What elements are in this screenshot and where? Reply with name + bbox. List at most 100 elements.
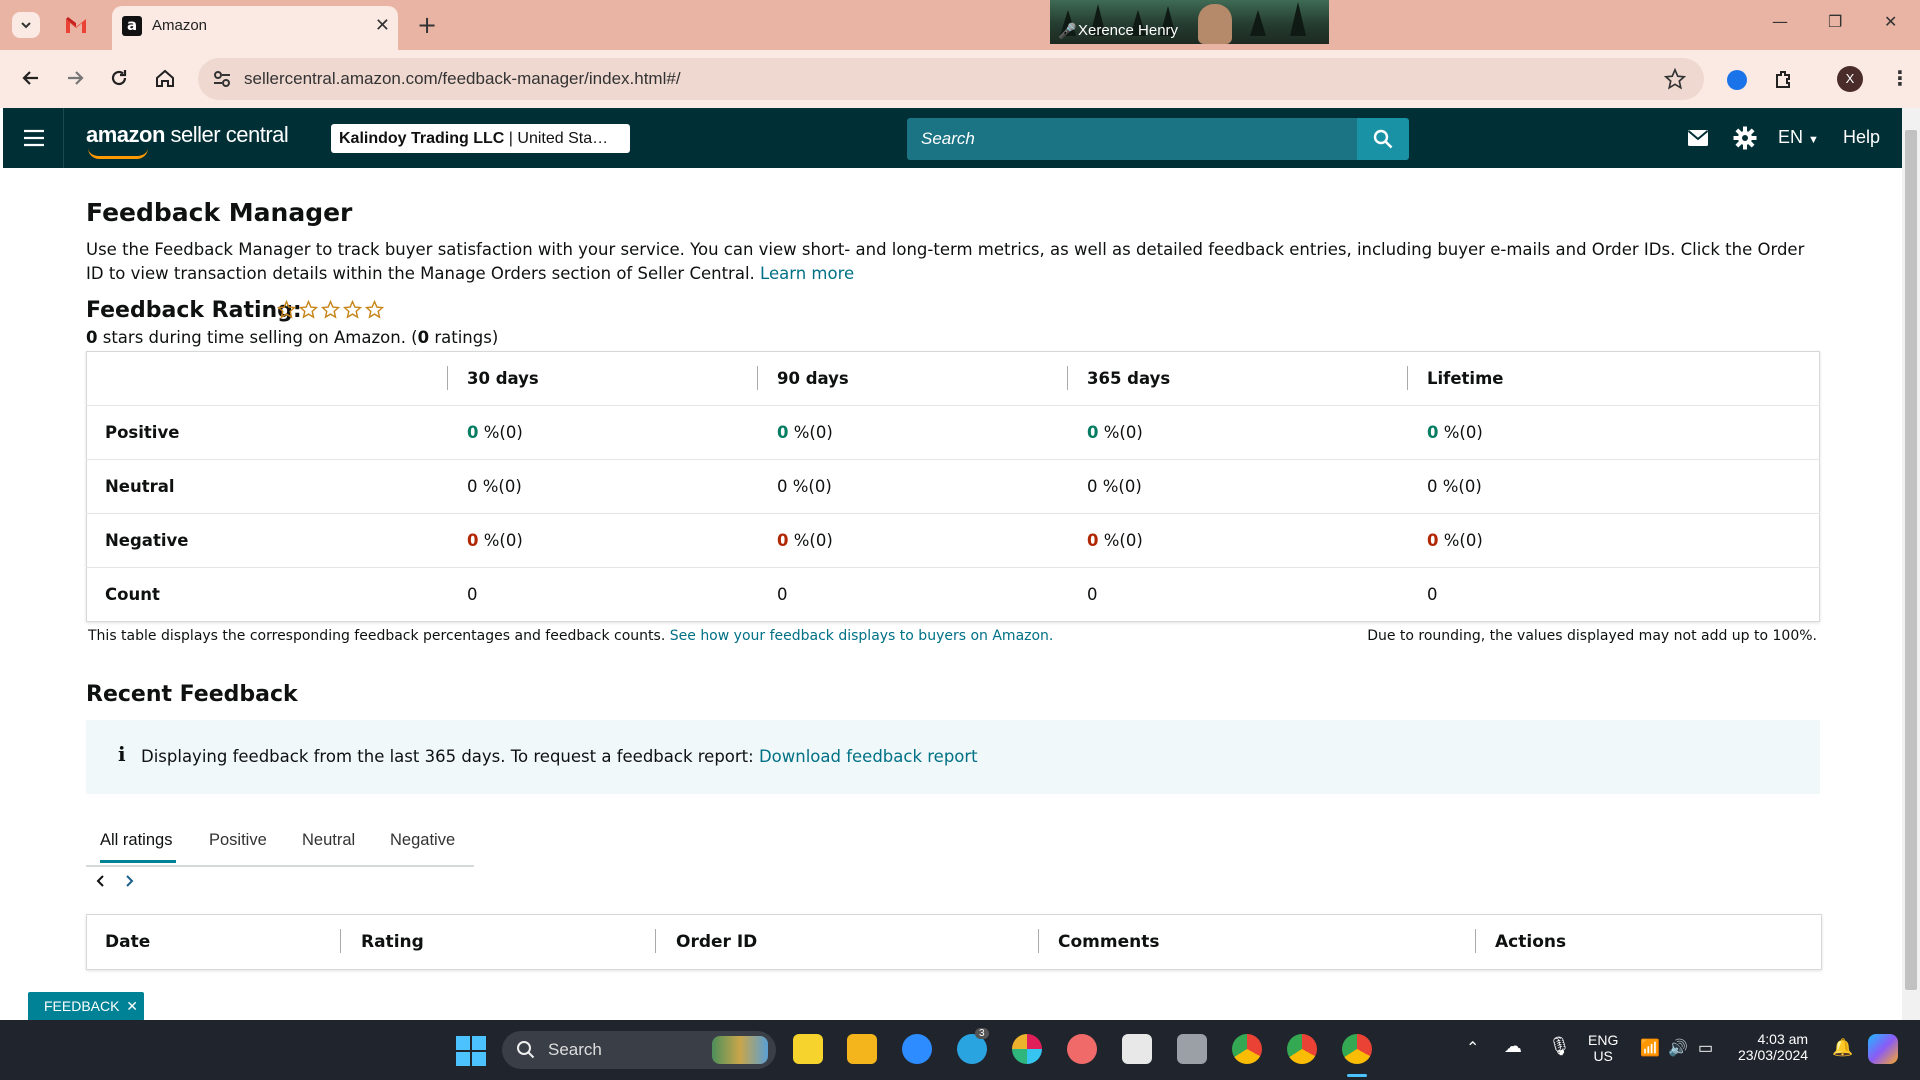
wifi-icon[interactable]: 📶 [1640,1038,1660,1058]
tray-chevron-up-icon[interactable]: ⌃ [1466,1038,1479,1058]
column-header-actions[interactable]: Actions [1495,932,1566,952]
mail-icon[interactable] [1687,129,1709,147]
star-icon [343,300,362,319]
extension-icon[interactable] [1727,70,1747,90]
table-header-row: 30 days 90 days 365 days Lifetime [87,352,1820,406]
table-cell: 0 %(0) [1067,513,1407,568]
volume-icon[interactable]: 🔊 [1668,1038,1688,1058]
star-icon [365,300,384,319]
zoom-icon[interactable] [902,1034,932,1064]
language-selector[interactable]: EN ▼ [1778,127,1819,148]
row-label: Positive [86,405,447,460]
column-header-order-id[interactable]: Order ID [676,932,757,952]
column-header-comments[interactable]: Comments [1058,932,1159,952]
maximize-button[interactable]: ❐ [1828,12,1842,31]
scrollbar-thumb[interactable] [1905,130,1917,990]
asana-icon[interactable] [1067,1034,1097,1064]
active-app-indicator [1347,1074,1367,1077]
close-tab-icon[interactable]: ✕ [375,15,390,36]
snipping-tool-icon[interactable] [1122,1034,1152,1064]
page-scrollbar[interactable] [1902,108,1920,1020]
notification-bell-icon[interactable]: 🔔 [1832,1038,1853,1058]
taskbar-search[interactable]: Search [502,1031,776,1069]
search-button[interactable] [1357,118,1409,160]
download-report-link[interactable]: Download feedback report [759,747,978,766]
settings-gear-icon[interactable] [1733,126,1757,150]
clock[interactable]: 4:03 am 23/03/2024 [1738,1031,1808,1063]
new-tab-button[interactable]: + [414,11,440,39]
row-label: Neutral [86,459,447,514]
sticky-notes-icon[interactable] [793,1034,823,1064]
account-switcher[interactable]: Kalindoy Trading LLC | United Sta… [331,124,630,153]
copilot-icon[interactable] [1868,1034,1898,1064]
column-header-date[interactable]: Date [105,932,150,952]
browser-menu-icon[interactable]: ⋮ [1890,66,1910,90]
telegram-icon[interactable]: 3 [957,1028,989,1064]
home-icon[interactable] [154,67,176,89]
amazon-seller-central-logo[interactable]: amazon seller central [86,122,289,159]
column-header-rating[interactable]: Rating [361,932,424,952]
recent-feedback-title: Recent Feedback [86,682,298,707]
battery-icon[interactable]: ▭ [1698,1038,1713,1058]
gmail-tab[interactable] [64,13,88,37]
feedback-display-link[interactable]: See how your feedback displays to buyers… [670,628,1054,644]
slack-icon[interactable] [1012,1034,1042,1064]
chrome-icon[interactable] [1232,1034,1262,1064]
chevron-right-icon[interactable] [122,874,136,888]
language-indicator[interactable]: ENG US [1588,1032,1618,1064]
table-cell: 0 %(0) [757,513,1067,568]
chevron-left-icon[interactable] [94,874,108,888]
tab-neutral[interactable]: Neutral [302,831,355,850]
table-note-text: This table displays the corresponding fe… [88,628,666,644]
mic-muted-icon: 🎤 [1058,22,1077,40]
back-icon[interactable] [20,67,42,89]
tab-negative[interactable]: Negative [390,831,455,850]
address-bar[interactable]: sellercentral.amazon.com/feedback-manage… [198,58,1704,100]
chrome-icon[interactable] [1287,1034,1317,1064]
search-placeholder: Search [921,129,975,148]
taskbar-search-label: Search [548,1040,602,1059]
calculator-icon[interactable] [1177,1034,1207,1064]
search-icon [517,1041,535,1059]
tab-amazon[interactable]: a Amazon ✕ [112,6,398,50]
close-icon[interactable]: ✕ [126,992,138,1021]
tab-all-ratings[interactable]: All ratings [100,831,172,850]
windows-start-icon[interactable] [456,1036,486,1066]
help-link[interactable]: Help [1843,127,1880,148]
reload-icon[interactable] [108,67,130,89]
chrome-active-icon[interactable] [1342,1034,1372,1064]
feedback-button[interactable]: FEEDBACK ✕ [28,992,144,1021]
clock-time: 4:03 am [1757,1031,1809,1047]
profile-avatar[interactable]: X [1837,66,1863,92]
star-rating [277,300,384,319]
star-icon [321,300,340,319]
rating-sub-text: stars during time selling on Amazon. ( [97,328,418,347]
table-cell: 0 %(0) [447,405,757,460]
learn-more-link[interactable]: Learn more [760,264,854,283]
tab-positive[interactable]: Positive [209,831,267,850]
onedrive-icon[interactable]: ☁ [1504,1036,1522,1057]
tab-search-button[interactable] [12,12,40,38]
video-call-overlay[interactable]: 🎤 Xerence Henry [1050,0,1329,44]
extensions-puzzle-icon[interactable] [1773,68,1795,90]
column-header: 30 days [447,352,757,406]
recent-feedback-table: Date Rating Order ID Comments Actions [86,914,1822,970]
close-window-button[interactable]: ✕ [1884,12,1897,31]
search-highlight-icon [712,1036,768,1064]
participant-video [1198,4,1232,44]
forward-icon[interactable] [64,67,86,89]
table-cell: 0 %(0) [1407,405,1820,460]
site-info-icon[interactable] [212,69,232,89]
column-header: Lifetime [1407,352,1820,406]
bookmark-star-icon[interactable] [1664,68,1686,90]
rounding-note: Due to rounding, the values displayed ma… [1367,628,1817,644]
pagination [94,874,136,888]
microphone-icon[interactable]: 🎙 [1548,1036,1571,1057]
row-label: Count [86,567,447,622]
table-row-negative: Negative 0 %(0) 0 %(0) 0 %(0) 0 %(0) [86,513,1820,568]
minimize-button[interactable]: — [1772,12,1788,31]
lang-bottom: US [1593,1048,1613,1064]
hamburger-menu-icon[interactable] [23,129,45,147]
file-explorer-icon[interactable] [847,1034,877,1064]
search-input[interactable]: Search [907,118,1360,160]
